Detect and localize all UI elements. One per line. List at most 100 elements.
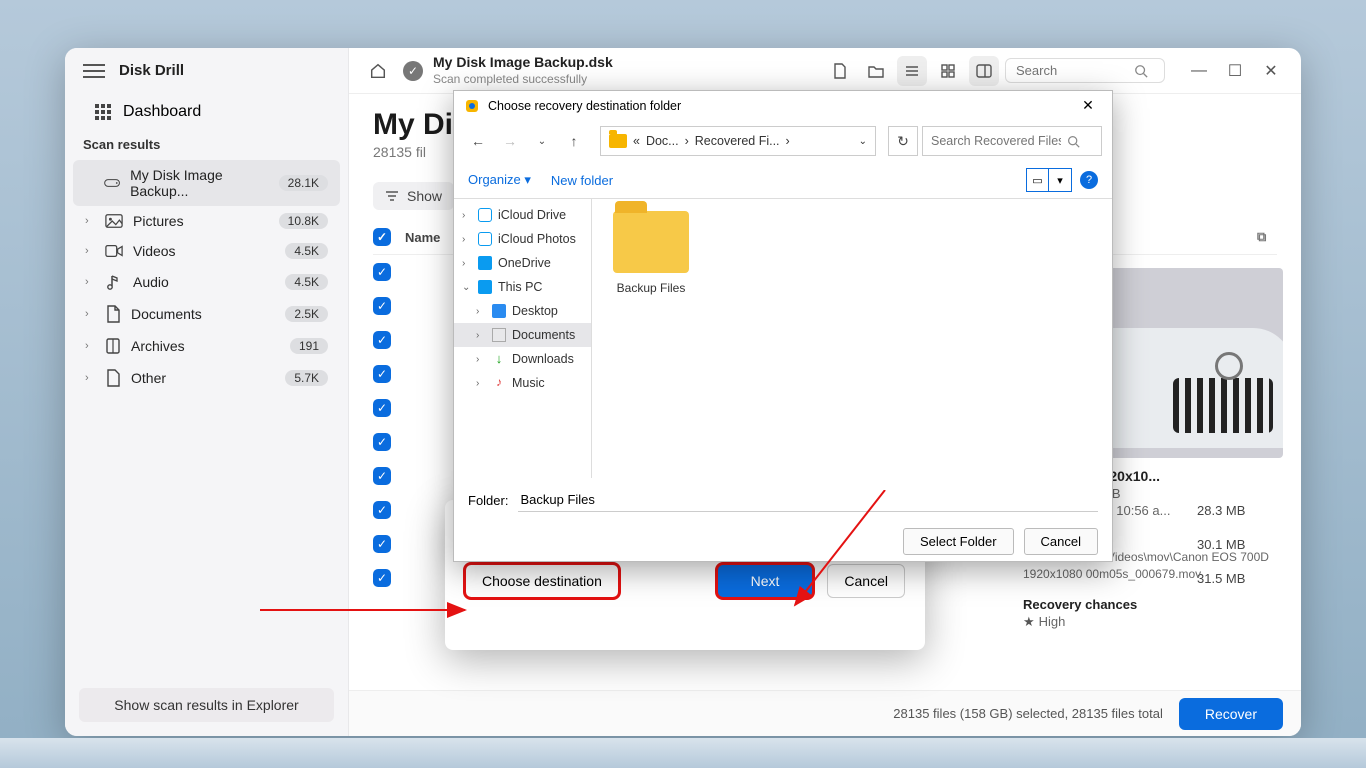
row-checkbox[interactable]: ✓	[373, 535, 391, 553]
select-all-checkbox[interactable]: ✓	[373, 228, 391, 246]
next-button[interactable]: Next	[717, 564, 814, 598]
forward-button[interactable]: →	[496, 127, 524, 155]
row-checkbox[interactable]: ✓	[373, 569, 391, 587]
folder-label: Folder:	[468, 493, 508, 508]
breadcrumb[interactable]: « Doc...› Recovered Fi...› ⌄	[600, 126, 876, 156]
scan-item-label: Documents	[131, 306, 202, 322]
dashboard-label: Dashboard	[123, 103, 201, 121]
dialog-search-input[interactable]	[931, 134, 1061, 148]
view-toggle[interactable]: ▭▾	[1026, 168, 1072, 192]
minimize-button[interactable]: —	[1183, 56, 1215, 86]
page-icon[interactable]	[825, 56, 855, 86]
folder-name-input[interactable]	[518, 488, 1098, 512]
footer-bar: 28135 files (158 GB) selected, 28135 fil…	[349, 690, 1301, 736]
count-pill: 5.7K	[285, 370, 328, 386]
image-icon	[105, 213, 123, 229]
star-icon: ★	[1023, 614, 1035, 629]
row-checkbox[interactable]: ✓	[373, 297, 391, 315]
folder-backup-files[interactable]: Backup Files	[604, 211, 698, 466]
drive-icon	[104, 176, 120, 190]
scan-item-other[interactable]: › Other 5.7K	[73, 362, 340, 394]
preview-chances-label: Recovery chances	[1023, 597, 1283, 612]
chevron-right-icon: ›	[85, 245, 95, 257]
select-folder-button[interactable]: Select Folder	[903, 528, 1014, 555]
maximize-button[interactable]: ☐	[1219, 56, 1251, 86]
scan-results-list: My Disk Image Backup... 28.1K › Pictures…	[65, 156, 348, 398]
count-pill: 2.5K	[285, 306, 328, 322]
new-folder-button[interactable]: New folder	[551, 173, 613, 188]
close-button[interactable]: ✕	[1255, 56, 1287, 86]
open-external-icon[interactable]: ⧉	[1257, 229, 1277, 245]
row-checkbox[interactable]: ✓	[373, 501, 391, 519]
hamburger-icon[interactable]	[83, 64, 105, 78]
chevron-right-icon: ›	[85, 308, 95, 320]
search-input[interactable]	[1016, 63, 1126, 78]
row-checkbox[interactable]: ✓	[373, 433, 391, 451]
home-icon[interactable]	[363, 56, 393, 86]
status-check-icon: ✓	[403, 61, 423, 81]
folder-tree: ›iCloud Drive ›iCloud Photos ›OneDrive ⌄…	[454, 199, 592, 478]
dialog-close-button[interactable]: ✕	[1074, 97, 1102, 114]
show-in-explorer-button[interactable]: Show scan results in Explorer	[79, 688, 334, 722]
back-button[interactable]: ←	[464, 127, 492, 155]
sidebar: Disk Drill Dashboard Scan results My Dis…	[65, 48, 349, 736]
row-checkbox[interactable]: ✓	[373, 365, 391, 383]
preview-chances: High	[1039, 614, 1066, 629]
dialog-title: Choose recovery destination folder	[488, 99, 681, 113]
panel-view-icon[interactable]	[969, 56, 999, 86]
folder-large-icon	[613, 211, 689, 273]
dialog-cancel-button[interactable]: Cancel	[1024, 528, 1098, 555]
topbar: ✓ My Disk Image Backup.dsk Scan complete…	[349, 48, 1301, 94]
row-checkbox[interactable]: ✓	[373, 467, 391, 485]
scan-item-pictures[interactable]: › Pictures 10.8K	[73, 206, 340, 236]
search-box[interactable]	[1005, 58, 1165, 83]
row-checkbox[interactable]: ✓	[373, 263, 391, 281]
tree-onedrive[interactable]: ›OneDrive	[454, 251, 591, 275]
grid-view-icon[interactable]	[933, 56, 963, 86]
app-small-icon	[464, 98, 480, 114]
document-icon	[105, 305, 121, 323]
topbar-subtitle: Scan completed successfully	[433, 72, 613, 87]
cancel-button[interactable]: Cancel	[827, 564, 905, 598]
archive-icon	[105, 337, 121, 355]
search-icon	[1067, 135, 1080, 148]
app-title: Disk Drill	[119, 62, 184, 79]
show-filter-button[interactable]: Show	[373, 182, 454, 210]
file-area[interactable]: Backup Files	[592, 199, 1112, 478]
file-icon	[105, 369, 121, 387]
tree-desktop[interactable]: ›Desktop	[454, 299, 591, 323]
dialog-search[interactable]	[922, 126, 1102, 156]
tree-downloads[interactable]: ›↓Downloads	[454, 347, 591, 371]
tree-icloud-photos[interactable]: ›iCloud Photos	[454, 227, 591, 251]
scan-item-videos[interactable]: › Videos 4.5K	[73, 236, 340, 266]
filter-icon	[385, 190, 399, 202]
scan-item-disk[interactable]: My Disk Image Backup... 28.1K	[73, 160, 340, 206]
chevron-right-icon: ›	[85, 372, 95, 384]
row-checkbox[interactable]: ✓	[373, 399, 391, 417]
folder-icon[interactable]	[861, 56, 891, 86]
scan-item-documents[interactable]: › Documents 2.5K	[73, 298, 340, 330]
refresh-button[interactable]: ↻	[888, 126, 918, 156]
list-view-icon[interactable]	[897, 56, 927, 86]
scan-item-label: Videos	[133, 243, 176, 259]
up-button[interactable]: ↑	[560, 127, 588, 155]
choose-destination-button[interactable]: Choose destination	[465, 564, 619, 598]
search-icon	[1134, 64, 1148, 78]
video-icon	[105, 243, 123, 259]
tree-music[interactable]: ›♪Music	[454, 371, 591, 395]
row-checkbox[interactable]: ✓	[373, 331, 391, 349]
recent-dropdown-icon[interactable]: ⌄	[528, 127, 556, 155]
tree-icloud-drive[interactable]: ›iCloud Drive	[454, 203, 591, 227]
tree-documents[interactable]: ›Documents	[454, 323, 591, 347]
sidebar-item-dashboard[interactable]: Dashboard	[65, 93, 348, 131]
organize-menu[interactable]: Organize ▾	[468, 172, 531, 188]
scan-item-label: My Disk Image Backup...	[130, 167, 269, 199]
tree-this-pc[interactable]: ⌄This PC	[454, 275, 591, 299]
chevron-right-icon: ›	[85, 276, 95, 288]
scan-item-audio[interactable]: › Audio 4.5K	[73, 266, 340, 298]
chevron-right-icon: ›	[85, 215, 95, 227]
recover-button[interactable]: Recover	[1179, 698, 1283, 730]
count-pill: 191	[290, 338, 328, 354]
scan-item-archives[interactable]: › Archives 191	[73, 330, 340, 362]
help-icon[interactable]: ?	[1080, 171, 1098, 189]
